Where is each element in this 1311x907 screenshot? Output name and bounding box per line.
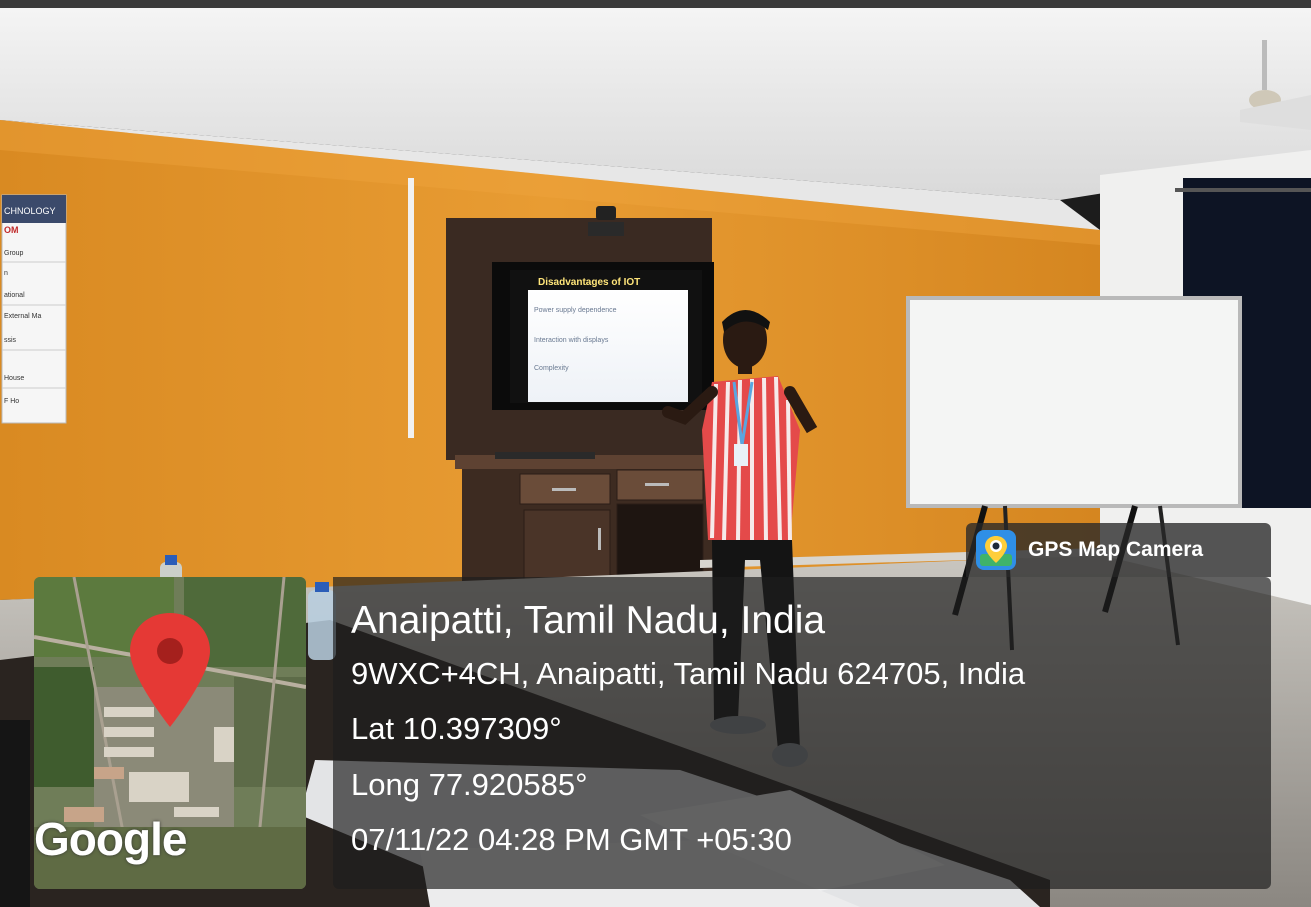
top-edge xyxy=(0,0,1311,8)
chair-edge xyxy=(0,720,30,907)
map-thumbnail[interactable]: Google xyxy=(34,577,306,889)
slide-bullet: Complexity xyxy=(534,365,569,372)
gps-map-camera-badge: GPS Map Camera xyxy=(966,523,1271,577)
curtain-rod xyxy=(1175,188,1311,192)
notice-row: External Ma xyxy=(4,313,41,320)
notice-row: F Ho xyxy=(4,398,19,405)
slide-title: Disadvantages of IOT xyxy=(538,277,640,288)
location-longitude: Long 77.920585° xyxy=(351,767,588,802)
location-datetime: 07/11/22 04:28 PM GMT +05:30 xyxy=(351,822,792,857)
notice-subheading: OM xyxy=(4,225,19,235)
notice-row: ational xyxy=(4,292,25,299)
notice-row: ssis xyxy=(4,337,17,344)
notice-heading: CHNOLOGY xyxy=(4,206,56,216)
notice-row: Group xyxy=(4,250,24,257)
wall-conduit xyxy=(408,178,414,438)
slide-bullet: Power supply dependence xyxy=(534,307,617,314)
slide-bullet: Interaction with displays xyxy=(534,337,609,344)
notice-board: CHNOLOGY OM Group n ational External Ma … xyxy=(1,194,67,424)
gps-map-camera-label: GPS Map Camera xyxy=(1028,538,1204,561)
gps-map-camera-app-icon xyxy=(976,530,1016,570)
location-address: 9WXC+4CH, Anaipatti, Tamil Nadu 624705, … xyxy=(351,656,1026,691)
location-latitude: Lat 10.397309° xyxy=(351,711,562,746)
google-attribution: Google xyxy=(34,813,187,865)
notice-row: n xyxy=(4,270,8,277)
location-title: Anaipatti, Tamil Nadu, India xyxy=(351,599,826,642)
location-info-panel: Anaipatti, Tamil Nadu, India 9WXC+4CH, A… xyxy=(333,577,1271,889)
notice-row: House xyxy=(4,375,24,382)
